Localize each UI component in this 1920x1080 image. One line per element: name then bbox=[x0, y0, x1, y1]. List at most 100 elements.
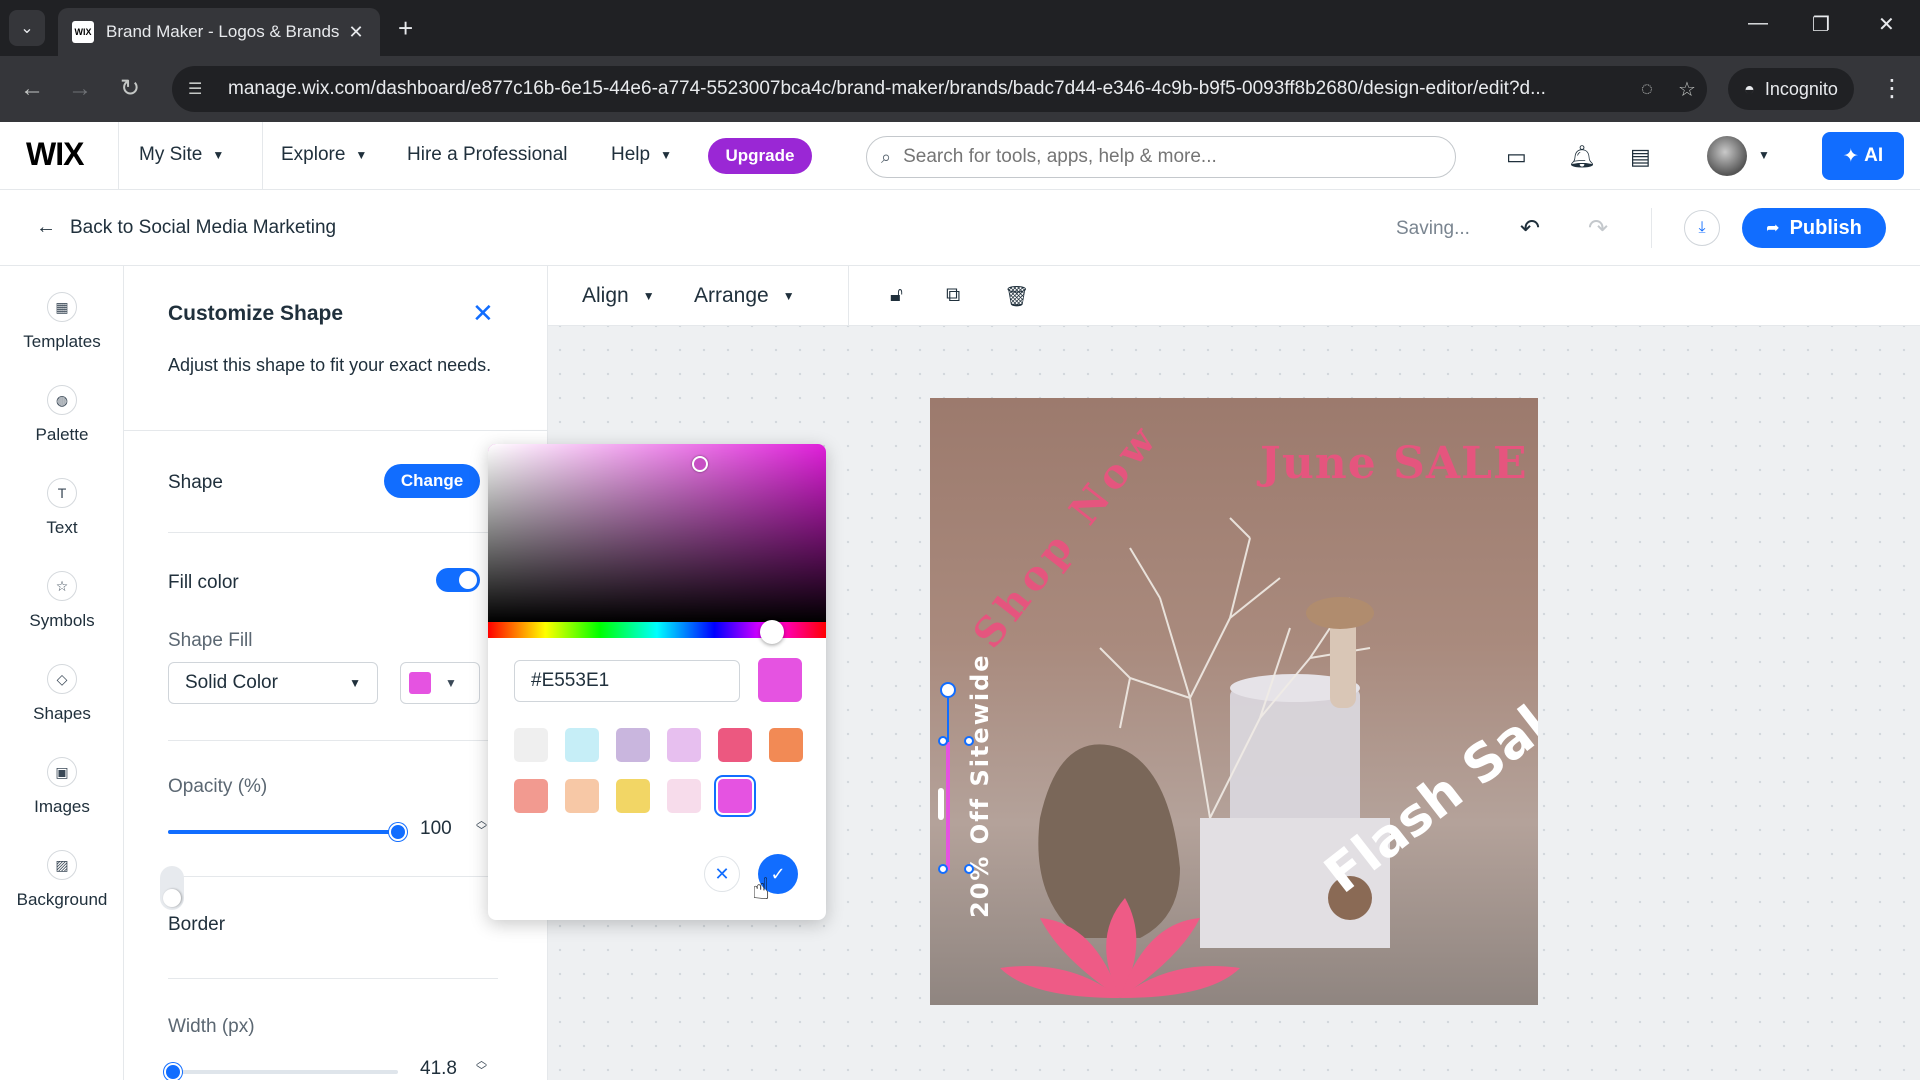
help-menu[interactable]: Help ▼ bbox=[611, 144, 672, 166]
resize-handle[interactable] bbox=[938, 736, 948, 746]
url-text[interactable]: manage.wix.com/dashboard/e877c16b-6e15-4… bbox=[228, 78, 1627, 100]
reload-icon[interactable]: ↻ bbox=[120, 74, 140, 104]
design-artboard[interactable]: June SALE Shop Now Flash Sale 20% Off Si… bbox=[930, 398, 1538, 1005]
fill-color-swatch-select[interactable]: ▼ bbox=[400, 662, 480, 704]
chevron-down-icon[interactable]: ﹀ bbox=[476, 1065, 487, 1077]
minimize-icon[interactable]: — bbox=[1748, 12, 1768, 35]
shape-fill-select[interactable]: Solid Color ▼ bbox=[168, 662, 378, 704]
align-menu[interactable]: Align ▼ bbox=[582, 284, 655, 308]
resize-handle[interactable] bbox=[938, 788, 944, 820]
preset-color-swatch[interactable] bbox=[514, 779, 548, 813]
design-artwork bbox=[1000, 517, 1390, 998]
hex-color-input[interactable] bbox=[514, 660, 740, 702]
preset-color-swatch[interactable] bbox=[667, 728, 701, 762]
upgrade-button[interactable]: Upgrade bbox=[708, 138, 812, 174]
preset-color-swatch[interactable] bbox=[616, 728, 650, 762]
window-close-icon[interactable]: ✕ bbox=[1878, 12, 1895, 37]
chevron-down-icon[interactable]: ▼ bbox=[1758, 148, 1770, 162]
bookmark-star-icon[interactable]: ☆ bbox=[1667, 77, 1707, 102]
resize-handle[interactable] bbox=[938, 864, 948, 874]
tab-close-icon[interactable]: ✕ bbox=[346, 22, 366, 43]
saturation-value-area[interactable] bbox=[488, 444, 826, 622]
opacity-slider[interactable] bbox=[168, 823, 407, 841]
tab-search-button[interactable]: ⌄ bbox=[9, 10, 45, 46]
preset-color-swatch[interactable] bbox=[565, 779, 599, 813]
publish-button[interactable]: ➦ Publish bbox=[1742, 208, 1886, 248]
search-input[interactable] bbox=[903, 146, 1424, 168]
change-shape-button[interactable]: Change bbox=[384, 464, 480, 498]
preset-color-swatch[interactable] bbox=[667, 779, 701, 813]
width-value[interactable]: 41.8 bbox=[420, 1058, 457, 1080]
rail-item-background[interactable]: ▨ Background bbox=[0, 850, 124, 910]
explore-label: Explore bbox=[281, 144, 346, 165]
incognito-badge[interactable]: ◓ Incognito bbox=[1728, 68, 1854, 110]
color-cursor[interactable] bbox=[692, 456, 708, 472]
cancel-color-button[interactable]: ✕ bbox=[704, 856, 740, 892]
redo-icon[interactable]: ↷ bbox=[1588, 214, 1608, 243]
preset-color-swatch[interactable] bbox=[514, 728, 548, 762]
slider-thumb[interactable] bbox=[389, 823, 407, 841]
resize-handle[interactable] bbox=[964, 864, 974, 874]
ai-label: AI bbox=[1864, 145, 1884, 166]
rail-item-templates[interactable]: ▦ Templates bbox=[0, 292, 124, 352]
preset-color-swatch[interactable] bbox=[718, 728, 752, 762]
selection-line bbox=[947, 698, 949, 742]
lock-icon[interactable]: 🔓︎ bbox=[890, 284, 903, 307]
rail-item-text[interactable]: T Text bbox=[0, 478, 124, 538]
chat-icon[interactable]: ▭ bbox=[1506, 144, 1527, 170]
undo-icon[interactable]: ↶ bbox=[1520, 214, 1540, 243]
rail-item-palette[interactable]: ◍ Palette bbox=[0, 385, 124, 445]
search-box[interactable]: ⌕ bbox=[866, 136, 1456, 178]
wix-logo[interactable]: WIX bbox=[26, 136, 84, 173]
images-icon: ▣ bbox=[47, 757, 77, 787]
ai-button[interactable]: ✦ AI bbox=[1822, 132, 1904, 180]
sitewide-text[interactable]: 20% Off Sitewide bbox=[966, 653, 994, 918]
restore-icon[interactable]: ❐ bbox=[1812, 12, 1830, 37]
avatar[interactable] bbox=[1707, 136, 1747, 176]
notifications-bell-icon[interactable]: 🔔︎ bbox=[1568, 144, 1596, 170]
hire-professional-link[interactable]: Hire a Professional bbox=[407, 144, 568, 166]
toggle-knob bbox=[163, 889, 181, 907]
preset-color-swatch[interactable] bbox=[718, 779, 752, 813]
explore-menu[interactable]: Explore ▼ bbox=[281, 144, 367, 166]
rail-item-symbols[interactable]: ☆ Symbols bbox=[0, 571, 124, 631]
chevron-down-icon[interactable]: ﹀ bbox=[476, 825, 487, 837]
selected-shape[interactable] bbox=[946, 742, 950, 870]
forward-arrow-icon[interactable]: → bbox=[68, 74, 92, 104]
arrange-menu[interactable]: Arrange ▼ bbox=[694, 284, 795, 308]
divider bbox=[168, 740, 498, 741]
rail-item-shapes[interactable]: ◇ Shapes bbox=[0, 664, 124, 724]
eye-off-icon[interactable]: ◌ bbox=[1627, 78, 1667, 101]
browser-menu-icon[interactable]: ⋮ bbox=[1880, 74, 1904, 103]
preset-color-swatch[interactable] bbox=[565, 728, 599, 762]
rail-item-images[interactable]: ▣ Images bbox=[0, 757, 124, 817]
news-feed-icon[interactable]: ▤ bbox=[1630, 144, 1651, 170]
divider bbox=[168, 532, 498, 533]
width-slider[interactable] bbox=[163, 1063, 398, 1080]
back-link[interactable]: ← Back to Social Media Marketing bbox=[36, 216, 336, 239]
hue-thumb[interactable] bbox=[760, 620, 784, 644]
june-sale-text[interactable]: June SALE bbox=[1260, 438, 1528, 489]
opacity-stepper[interactable]: ︿ ﹀ bbox=[476, 816, 487, 837]
close-icon[interactable]: ✕ bbox=[472, 298, 494, 329]
trash-icon[interactable]: 🗑︎ bbox=[1004, 284, 1029, 309]
duplicate-icon[interactable]: ⧉ bbox=[946, 284, 960, 307]
arrange-label: Arrange bbox=[694, 284, 769, 307]
rotate-handle[interactable] bbox=[940, 682, 956, 698]
border-toggle[interactable] bbox=[160, 866, 184, 910]
fill-color-toggle[interactable] bbox=[436, 568, 480, 592]
incognito-label: Incognito bbox=[1764, 78, 1838, 99]
site-info-icon[interactable]: ☰ bbox=[188, 79, 210, 99]
slider-thumb[interactable] bbox=[163, 1063, 182, 1080]
address-bar[interactable]: ☰ manage.wix.com/dashboard/e877c16b-6e15… bbox=[172, 66, 1707, 112]
new-tab-icon[interactable]: + bbox=[398, 14, 413, 42]
resize-handle[interactable] bbox=[964, 736, 974, 746]
back-arrow-icon[interactable]: ← bbox=[20, 74, 44, 104]
browser-tab[interactable]: WIX Brand Maker - Logos & Brands ✕ bbox=[58, 8, 380, 56]
download-button[interactable]: ⤓ bbox=[1684, 210, 1720, 246]
preset-color-swatch[interactable] bbox=[769, 728, 803, 762]
opacity-value[interactable]: 100 bbox=[420, 818, 452, 840]
my-site-menu[interactable]: My Site ▼ bbox=[139, 144, 224, 166]
width-stepper[interactable]: ︿ ﹀ bbox=[476, 1056, 487, 1077]
preset-color-swatch[interactable] bbox=[616, 779, 650, 813]
